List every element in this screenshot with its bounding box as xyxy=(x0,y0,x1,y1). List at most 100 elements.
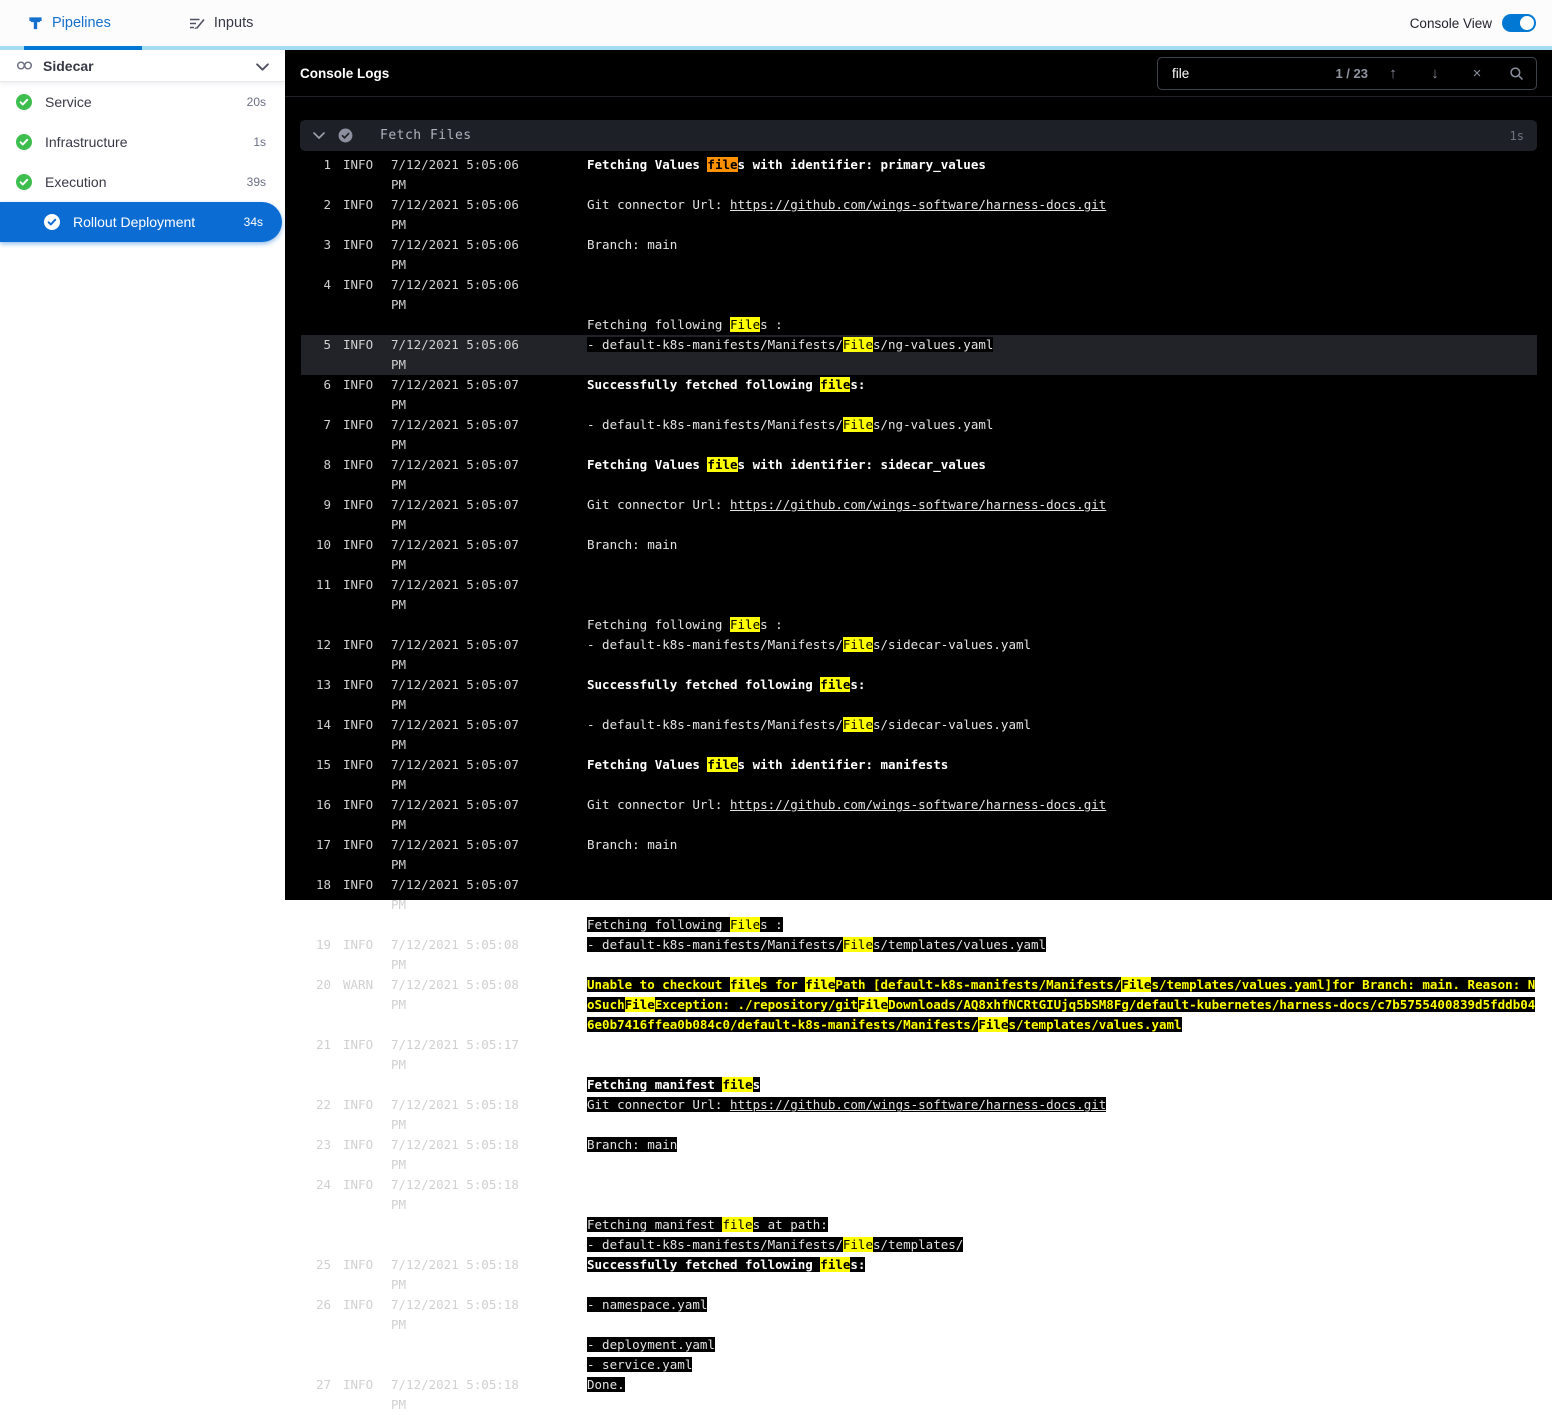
sidebar-item-service[interactable]: Service 20s xyxy=(0,82,285,122)
line-number: 25 xyxy=(315,1257,331,1272)
log-message: Branch: main xyxy=(587,237,678,252)
line-number: 9 xyxy=(323,497,331,512)
log-timestamp: 7/12/2021 5:05:06 PM xyxy=(391,277,519,312)
line-number: 1 xyxy=(323,157,331,172)
log-level: INFO xyxy=(343,377,374,392)
log-line: Fetching following Files : xyxy=(301,915,1537,935)
section-duration: 1s xyxy=(1509,128,1524,143)
sidebar: Sidecar Service 20s Infrastructure 1s Execut… xyxy=(0,50,285,900)
sidebar-items: Service 20s Infrastructure 1s Execution 39s Ro… xyxy=(0,82,285,242)
line-number: 8 xyxy=(323,457,331,472)
tab-inputs[interactable]: Inputs xyxy=(189,15,253,31)
chevron-down-icon[interactable] xyxy=(256,58,269,74)
log-message: - service.yaml xyxy=(587,1357,693,1372)
search-icon[interactable] xyxy=(1498,66,1524,81)
stage-header-sidecar[interactable]: Sidecar xyxy=(0,50,285,82)
log-section-fetch-files[interactable]: Fetch Files 1s xyxy=(300,120,1537,151)
stage-name: Sidecar xyxy=(43,57,94,74)
search-input[interactable] xyxy=(1170,64,1336,82)
chevron-down-icon[interactable] xyxy=(313,132,325,139)
search-match: File xyxy=(842,637,873,652)
line-number: 24 xyxy=(315,1177,331,1192)
line-number: 20 xyxy=(315,977,331,992)
stage-step-duration: 1s xyxy=(253,135,266,149)
log-line: Fetching manifest files xyxy=(301,1075,1537,1095)
log-timestamp: 7/12/2021 5:05:06 PM xyxy=(391,237,519,272)
log-level: INFO xyxy=(343,1297,374,1312)
link-icon xyxy=(16,58,33,74)
log-message: - default-k8s-manifests/Manifests/Files/… xyxy=(587,937,1047,952)
search-match: file xyxy=(820,677,851,692)
log-timestamp: 7/12/2021 5:05:06 PM xyxy=(391,337,519,372)
log-message: Fetching following Files : xyxy=(587,317,783,332)
log-level: INFO xyxy=(343,157,374,172)
log-message: - default-k8s-manifests/Manifests/Files/… xyxy=(587,417,994,432)
log-level: INFO xyxy=(343,877,374,892)
log-level: INFO xyxy=(343,237,374,252)
log-level: INFO xyxy=(343,1177,374,1192)
log-level: INFO xyxy=(343,457,374,472)
log-line: 15 INFO 7/12/2021 5:05:07 PM Fetching Value… xyxy=(301,755,1537,795)
search-match: file xyxy=(820,377,851,392)
search-match: File xyxy=(842,417,873,432)
sidebar-item-execution[interactable]: Execution 39s xyxy=(0,162,285,202)
console-panel: Console Logs 1 / 23 ↑ ↓ × Fetch Files 1s… xyxy=(285,50,1552,1412)
stage-step-label: Execution xyxy=(45,174,107,190)
log-message: - namespace.yaml xyxy=(587,1297,708,1312)
line-number: 6 xyxy=(323,377,331,392)
log-link[interactable]: https://github.com/wings-software/harnes… xyxy=(730,797,1106,812)
log-search-box: 1 / 23 ↑ ↓ × xyxy=(1157,56,1537,90)
tab-pipelines[interactable]: Pipelines xyxy=(28,15,111,31)
search-match-counter: 1 / 23 xyxy=(1335,65,1368,81)
line-number: 14 xyxy=(315,717,331,732)
log-level: INFO xyxy=(343,337,374,352)
next-match-icon[interactable]: ↓ xyxy=(1414,58,1456,89)
log-level: INFO xyxy=(343,757,374,772)
log-level: INFO xyxy=(343,1377,374,1392)
clear-search-icon[interactable]: × xyxy=(1456,58,1498,89)
line-number: 15 xyxy=(315,757,331,772)
log-timestamp: 7/12/2021 5:05:07 PM xyxy=(391,717,519,752)
stage-step-label: Service xyxy=(45,94,92,110)
line-number: 21 xyxy=(315,1037,331,1052)
log-level: INFO xyxy=(343,937,374,952)
check-circle-icon xyxy=(16,134,32,150)
log-timestamp: 7/12/2021 5:05:08 PM xyxy=(391,977,519,1012)
search-match: file xyxy=(707,757,738,772)
log-line: 9 INFO 7/12/2021 5:05:07 PM Git connector U… xyxy=(301,495,1537,535)
log-message: Successfully fetched following files: xyxy=(587,377,866,392)
search-match: File xyxy=(1121,977,1152,992)
log-line: 27 INFO 7/12/2021 5:05:18 PM Done. xyxy=(301,1375,1537,1415)
log-message: Branch: main xyxy=(587,837,678,852)
log-message: Successfully fetched following files: xyxy=(587,1257,866,1272)
search-match: file xyxy=(805,977,836,992)
log-line: 14 INFO 7/12/2021 5:05:07 PM - default-k8s-… xyxy=(301,715,1537,755)
log-level: INFO xyxy=(343,417,374,432)
log-timestamp: 7/12/2021 5:05:18 PM xyxy=(391,1297,519,1332)
log-message: Git connector Url: https://github.com/wi… xyxy=(587,197,1107,212)
log-link[interactable]: https://github.com/wings-software/harnes… xyxy=(730,497,1106,512)
log-level: INFO xyxy=(343,1137,374,1152)
stage-step-label: Rollout Deployment xyxy=(73,214,196,230)
log-message: - default-k8s-manifests/Manifests/Files/… xyxy=(587,1237,964,1252)
log-line: 4 INFO 7/12/2021 5:05:06 PM xyxy=(301,275,1537,315)
log-link[interactable]: https://github.com/wings-software/harnes… xyxy=(730,197,1106,212)
search-match: File xyxy=(842,937,873,952)
log-link[interactable]: https://github.com/wings-software/harnes… xyxy=(730,1097,1106,1112)
sidebar-item-rollout-deployment[interactable]: Rollout Deployment 34s xyxy=(0,202,282,242)
log-timestamp: 7/12/2021 5:05:18 PM xyxy=(391,1257,519,1292)
search-match: File xyxy=(730,617,761,632)
log-message: - deployment.yaml xyxy=(587,1337,715,1352)
line-number: 12 xyxy=(315,637,331,652)
search-match: File xyxy=(730,317,761,332)
log-message: - default-k8s-manifests/Manifests/Files/… xyxy=(587,337,994,352)
log-level: INFO xyxy=(343,197,374,212)
sidebar-item-infrastructure[interactable]: Infrastructure 1s xyxy=(0,122,285,162)
console-view-toggle[interactable] xyxy=(1502,14,1536,32)
log-line: 12 INFO 7/12/2021 5:05:07 PM - default-k8s-… xyxy=(301,635,1537,675)
log-line: 23 INFO 7/12/2021 5:05:18 PM Branch: main xyxy=(301,1135,1537,1175)
line-number: 11 xyxy=(315,577,331,592)
line-number: 22 xyxy=(315,1097,331,1112)
search-match: File xyxy=(857,997,889,1012)
previous-match-icon[interactable]: ↑ xyxy=(1372,58,1414,89)
